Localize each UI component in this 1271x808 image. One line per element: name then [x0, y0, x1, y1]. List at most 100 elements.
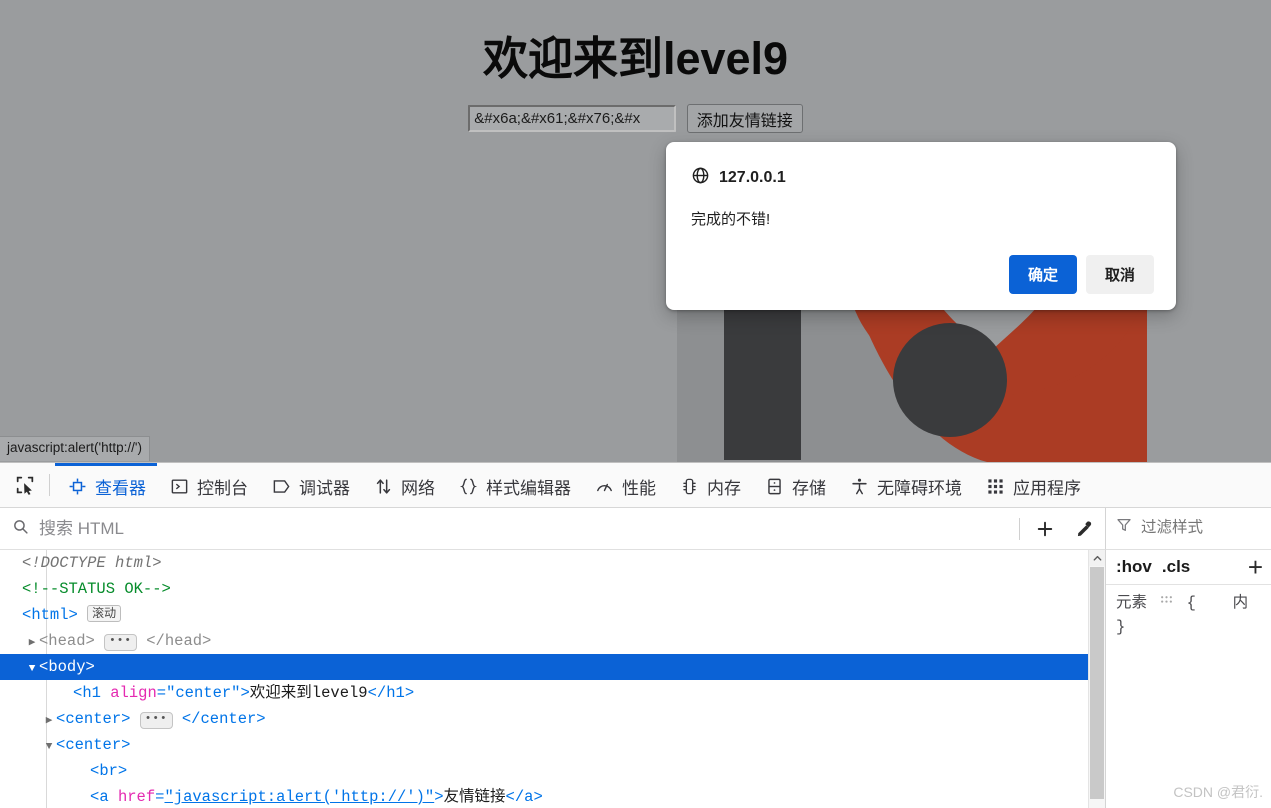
class-toggle[interactable]: .cls	[1162, 557, 1190, 577]
expand-ellipsis-badge[interactable]: •••	[104, 634, 137, 651]
markup-punct: >	[68, 606, 78, 624]
markup-punct: >	[121, 710, 131, 728]
markup-punct: >	[117, 762, 128, 780]
markup-tag: center	[200, 710, 257, 728]
twisty-expanded-icon[interactable]: ▼	[42, 734, 56, 760]
tab-performance[interactable]: 性能	[582, 463, 667, 507]
markup-node-doctype[interactable]: <!DOCTYPE html>	[0, 550, 1105, 576]
scrollbar-thumb[interactable]	[1090, 567, 1104, 799]
twisty-placeholder	[8, 604, 22, 630]
twisty-collapsed-icon[interactable]: ▶	[25, 630, 39, 656]
markup-tag: center	[65, 710, 122, 728]
expand-ellipsis-badge[interactable]: •••	[139, 712, 173, 729]
markup-node-center-expanded[interactable]: ▼ <center>	[0, 732, 1105, 758]
tab-debugger[interactable]: 调试器	[259, 463, 361, 507]
tab-label: 性能	[622, 479, 656, 498]
tab-storage[interactable]: 存储	[752, 463, 837, 507]
markup-tag: br	[99, 762, 118, 780]
markup-punct: =	[156, 684, 167, 702]
tab-accessibility[interactable]: 无障碍环境	[837, 463, 973, 507]
scroll-up-arrow-icon[interactable]	[1089, 550, 1105, 566]
add-friend-link-button[interactable]: 添加友情链接	[686, 104, 803, 133]
tab-application[interactable]: 应用程序	[973, 463, 1092, 507]
memory-icon	[678, 476, 700, 498]
markup-rows-container: <!DOCTYPE html> <!--STATUS OK--> <html> …	[0, 550, 1105, 808]
dialog-origin: 127.0.0.1	[719, 169, 786, 186]
markup-attr-name: href	[117, 788, 156, 806]
markup-punct: >	[121, 736, 131, 754]
dialog-message: 完成的不错!	[691, 211, 771, 228]
markup-tag: h1	[82, 684, 101, 702]
devtools-panels: <!DOCTYPE html> <!--STATUS OK--> <html> …	[0, 550, 1271, 808]
devtools-tab-bar: 查看器 控制台 调试器 网络 样式编辑器 性能 内存 存储 无障碍环境 应用程序	[0, 463, 1271, 508]
add-rule-button[interactable]: +	[1248, 554, 1263, 580]
search-field-wrapper[interactable]	[0, 517, 1014, 540]
twisty-expanded-icon[interactable]: ▼	[25, 656, 39, 682]
inspector-icon	[66, 476, 88, 498]
tab-style-editor[interactable]: 样式编辑器	[446, 463, 582, 507]
markup-tag: html	[31, 606, 69, 624]
tab-label: 样式编辑器	[486, 479, 571, 498]
markup-punct: >	[404, 684, 415, 702]
markup-view[interactable]: <!DOCTYPE html> <!--STATUS OK--> <html> …	[0, 550, 1105, 808]
markup-punct: >	[240, 684, 250, 702]
markup-punct: >	[85, 658, 95, 676]
style-editor-icon	[457, 476, 479, 498]
scroll-badge[interactable]: 滚动	[87, 605, 122, 622]
globe-icon	[691, 166, 710, 190]
filter-styles-field[interactable]	[1106, 508, 1271, 547]
status-bar-link-target: javascript:alert('http://')	[0, 436, 150, 461]
markup-node-html-open[interactable]: <html> 滚动	[0, 602, 1105, 628]
markup-tag: a	[99, 788, 109, 806]
markup-tag: center	[65, 736, 122, 754]
markup-textnode: 友情链接	[443, 788, 506, 806]
markup-scrollbar[interactable]	[1088, 550, 1105, 808]
markup-punct: >	[533, 788, 543, 806]
markup-punct: </	[505, 788, 525, 806]
markup-search-row	[0, 508, 1105, 550]
grip-dots-icon	[1160, 591, 1173, 615]
friend-link-form: 添加友情链接	[0, 104, 1271, 133]
markup-punct: <	[90, 788, 100, 806]
twisty-collapsed-icon[interactable]: ▶	[42, 708, 56, 734]
filter-styles-input[interactable]	[1139, 517, 1243, 538]
markup-doctype: <!DOCTYPE html>	[22, 554, 162, 572]
tab-inspector[interactable]: 查看器	[55, 463, 157, 507]
twisty-placeholder	[8, 552, 22, 578]
plus-icon[interactable]	[1025, 509, 1065, 549]
javascript-alert-dialog: 127.0.0.1 完成的不错! 确定 取消	[666, 142, 1176, 310]
tab-network[interactable]: 网络	[361, 463, 446, 507]
attribute-href-link[interactable]: "javascript:alert('http://')"	[164, 788, 434, 806]
markup-node-status-comment[interactable]: <!--STATUS OK-->	[0, 576, 1105, 602]
toolbar-divider	[49, 474, 50, 496]
tab-console[interactable]: 控制台	[157, 463, 259, 507]
markup-attr-val: "center"	[166, 684, 241, 702]
markup-node-body[interactable]: ▼ <body>	[0, 654, 1105, 680]
dialog-cancel-button[interactable]: 取消	[1085, 255, 1154, 294]
friend-link-input[interactable]	[468, 105, 677, 132]
browser-page-content: 欢迎来到level9 添加友情链接	[0, 0, 1271, 462]
markup-node-br[interactable]: <br>	[0, 758, 1105, 784]
tab-memory[interactable]: 内存	[667, 463, 752, 507]
markup-punct: <	[56, 710, 66, 728]
markup-node-head[interactable]: ▶ <head> ••• </head>	[0, 628, 1105, 654]
twisty-placeholder	[8, 578, 22, 604]
network-icon	[372, 476, 394, 498]
markup-punct: </	[367, 684, 387, 702]
search-input[interactable]	[37, 517, 993, 540]
element-picker-icon[interactable]	[6, 466, 44, 504]
hover-toggle[interactable]: :hov	[1116, 557, 1152, 577]
markup-node-h1[interactable]: <h1 align="center">欢迎来到level9</h1>	[0, 680, 1105, 706]
twisty-placeholder	[59, 682, 73, 708]
tab-label: 网络	[401, 479, 435, 498]
accessibility-icon	[848, 476, 870, 498]
markup-node-center-collapsed[interactable]: ▶ <center> ••• </center>	[0, 706, 1105, 732]
eyedropper-icon[interactable]	[1065, 509, 1105, 549]
page-title: 欢迎来到level9	[482, 33, 789, 84]
dialog-confirm-button[interactable]: 确定	[1008, 255, 1077, 294]
storage-icon	[763, 476, 785, 498]
markup-node-anchor[interactable]: <a href="javascript:alert('http://')">友情…	[0, 784, 1105, 808]
markup-tag-closed: <head>	[39, 632, 95, 650]
performance-icon	[593, 476, 615, 498]
